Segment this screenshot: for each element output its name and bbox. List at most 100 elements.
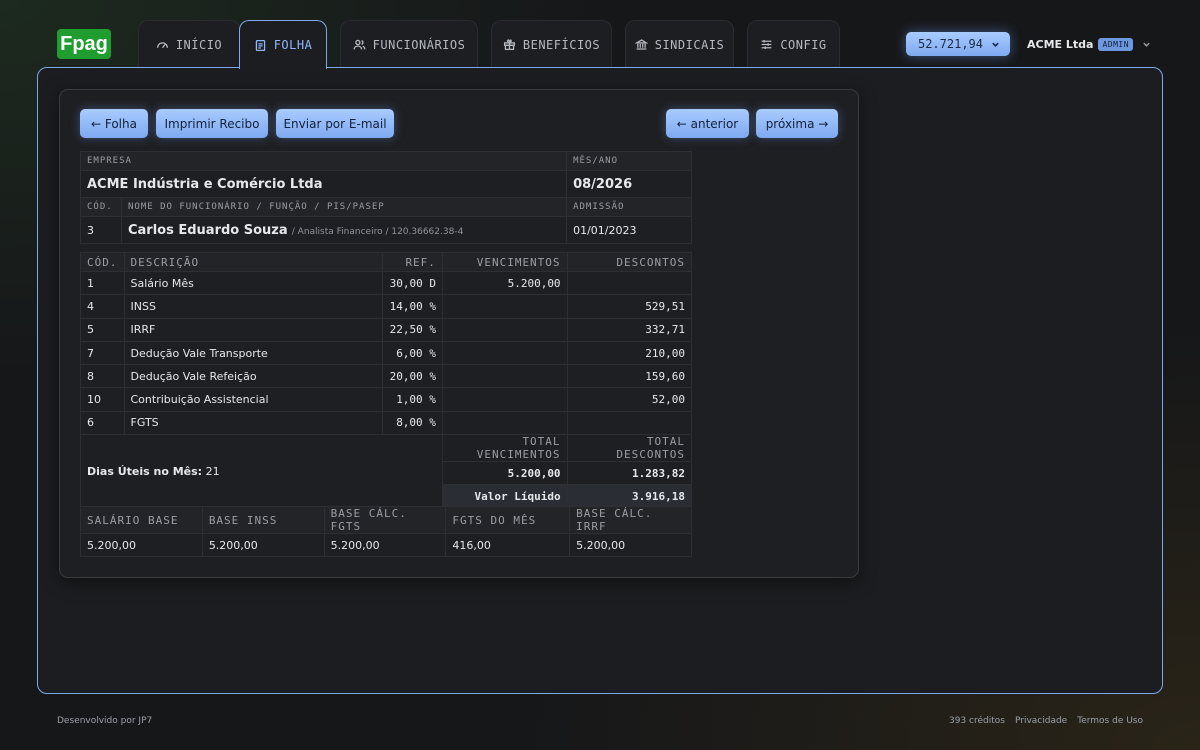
table-row: 7 Dedução Vale Transporte 6,00 % 210,00 (80, 340, 693, 366)
company-name: ACME Ltda (1027, 37, 1094, 51)
tab-funcionarios[interactable]: FUNCIONÁRIOS (340, 20, 478, 68)
dias-uteis-label: Dias Úteis no Mês: (87, 464, 203, 478)
row-vencimentos (441, 340, 568, 366)
row-descricao: IRRF (123, 317, 384, 342)
sliders-icon (761, 40, 772, 49)
row-cod: 7 (80, 340, 125, 366)
row-descricao: INSS (123, 294, 384, 319)
total-descontos-label: TOTAL DESCONTOS (566, 434, 693, 463)
tab-inicio[interactable]: INÍCIO (138, 20, 240, 68)
col-vencimentos: VENCIMENTOS (441, 252, 568, 272)
document-icon (255, 39, 265, 51)
total-descontos-value: 1.283,82 (566, 461, 693, 486)
back-to-folha-button[interactable]: ← Folha (80, 109, 148, 138)
row-descontos: 159,60 (566, 364, 693, 389)
admissao-value: 01/01/2023 (566, 216, 692, 244)
chevron-down-icon (992, 42, 999, 47)
row-vencimentos (441, 294, 568, 319)
bank-icon (634, 39, 648, 50)
table-row: 6 FGTS 8,00 % (80, 410, 693, 436)
tab-inicio-label: INÍCIO (175, 37, 223, 52)
row-descontos (566, 270, 693, 296)
empresa-value: ACME Indústria e Comércio Ltda (79, 170, 568, 198)
col-ref: REF. (382, 252, 443, 272)
balance-value: 52.721,94 (917, 37, 983, 51)
dias-uteis: Dias Úteis no Mês: 21 (80, 434, 443, 509)
row-ref: 22,50 % (382, 317, 443, 342)
row-cod: 8 (80, 364, 125, 389)
next-button[interactable]: próxima → (756, 109, 838, 138)
base-irrf-value: 5.200,00 (569, 533, 692, 557)
table-row: 1 Salário Mês 30,00 D 5.200,00 (80, 270, 693, 296)
valor-liquido-label: Valor Líquido (441, 484, 568, 509)
role-badge: ADMIN (1098, 37, 1134, 51)
tab-beneficios[interactable]: BENEFÍCIOS (491, 20, 612, 68)
privacy-link[interactable]: Privacidade (1015, 716, 1067, 726)
footer-credit[interactable]: Desenvolvido por JP7 (57, 716, 152, 726)
mes-ano-label: MÊS/ANO (566, 151, 692, 171)
main-frame: ← Folha Imprimir Recibo Enviar por E-mai… (37, 67, 1163, 694)
row-descontos: 210,00 (566, 340, 693, 366)
col-cod: CÓD. (80, 252, 125, 272)
empresa-label: EMPRESA (79, 151, 568, 171)
row-cod: 4 (80, 294, 125, 319)
row-vencimentos: 5.200,00 (441, 270, 568, 296)
mes-ano-value: 08/2026 (566, 170, 692, 198)
previous-button[interactable]: ← anterior (666, 109, 749, 138)
footer-links: 393 créditos Privacidade Termos de Uso (949, 716, 1143, 726)
base-fgts-value: 5.200,00 (323, 533, 447, 557)
nome-label: NOME DO FUNCIONÁRIO / FUNÇÃO / PIS/PASEP (120, 197, 568, 217)
row-ref: 1,00 % (382, 387, 443, 412)
tab-folha[interactable]: FOLHA (239, 20, 327, 71)
row-descricao: Dedução Vale Transporte (123, 340, 384, 366)
gauge-icon (156, 42, 168, 49)
total-vencimentos-label: TOTAL VENCIMENTOS (441, 434, 568, 463)
row-descontos: 52,00 (566, 387, 693, 412)
row-ref: 6,00 % (382, 340, 443, 366)
payslip-items-table: CÓD. DESCRIÇÃO REF. VENCIMENTOS DESCONTO… (80, 252, 693, 509)
tab-funcionarios-label: FUNCIONÁRIOS (372, 37, 466, 52)
company-menu[interactable]: ACME Ltda ADMIN (1027, 36, 1151, 52)
tab-beneficios-label: BENEFÍCIOS (522, 37, 601, 52)
col-base-fgts: BASE CÁLC. FGTS (323, 506, 447, 534)
row-ref: 8,00 % (382, 410, 443, 436)
bases-table: SALÁRIO BASE BASE INSS BASE CÁLC. FGTS F… (80, 506, 692, 557)
tab-config[interactable]: CONFIG (747, 20, 840, 68)
employee-role-pis: / Analista Financeiro / 120.36662.38-4 (291, 226, 464, 237)
row-ref: 14,00 % (382, 294, 443, 319)
col-descontos: DESCONTOS (566, 252, 693, 272)
row-descricao: Salário Mês (123, 270, 384, 296)
row-cod: 10 (80, 387, 125, 412)
table-row: 10 Contribuição Assistencial 1,00 % 52,0… (80, 387, 693, 412)
employee-name: Carlos Eduardo Souza (127, 222, 288, 238)
admissao-label: ADMISSÃO (566, 197, 692, 217)
row-cod: 5 (80, 317, 125, 342)
table-row: 4 INSS 14,00 % 529,51 (80, 294, 693, 319)
table-row: 5 IRRF 22,50 % 332,71 (80, 317, 693, 342)
base-inss-value: 5.200,00 (201, 533, 325, 557)
tab-sindicais-label: SINDICAIS (654, 37, 725, 52)
row-vencimentos (441, 410, 568, 436)
row-descricao: FGTS (123, 410, 384, 436)
row-descricao: Contribuição Assistencial (123, 387, 384, 412)
send-email-button[interactable]: Enviar por E-mail (276, 109, 394, 138)
col-base-irrf: BASE CÁLC. IRRF (569, 506, 692, 534)
credits-count: 393 créditos (949, 716, 1005, 726)
row-vencimentos (441, 317, 568, 342)
col-descricao: DESCRIÇÃO (123, 252, 384, 272)
terms-link[interactable]: Termos de Uso (1077, 716, 1143, 726)
users-icon (353, 39, 366, 50)
salario-base-value: 5.200,00 (80, 533, 203, 557)
row-vencimentos (441, 387, 568, 412)
valor-liquido-value: 3.916,18 (566, 484, 693, 509)
col-salario-base: SALÁRIO BASE (80, 506, 203, 534)
row-descricao: Dedução Vale Refeição (123, 364, 384, 389)
col-fgts-mes: FGTS DO MÊS (445, 506, 571, 534)
balance-dropdown[interactable]: 52.721,94 (906, 32, 1010, 56)
col-base-inss: BASE INSS (201, 506, 325, 534)
tab-sindicais[interactable]: SINDICAIS (625, 20, 734, 68)
chevron-down-icon (1143, 42, 1150, 47)
fpag-logo[interactable]: Fpag (57, 29, 111, 59)
payslip-header-table: EMPRESA MÊS/ANO ACME Indústria e Comérci… (79, 151, 692, 244)
print-receipt-button[interactable]: Imprimir Recibo (156, 109, 268, 138)
